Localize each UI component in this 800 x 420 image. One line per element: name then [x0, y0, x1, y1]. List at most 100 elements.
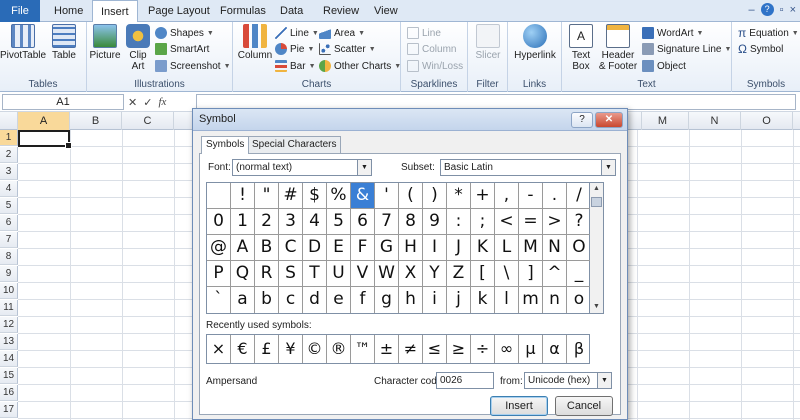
symbol-cell[interactable]: N [543, 235, 567, 261]
scroll-up-icon[interactable]: ▲ [590, 183, 603, 195]
slicer-button[interactable]: Slicer [472, 24, 504, 61]
row-header[interactable]: 2 [0, 147, 18, 163]
symbol-scrollbar[interactable]: ▲ ▼ [590, 182, 604, 314]
select-all-corner[interactable] [0, 112, 18, 130]
dialog-close-button[interactable]: ✕ [595, 112, 623, 128]
recent-symbol-cell[interactable]: µ [519, 335, 543, 363]
symbol-button[interactable]: Ω Symbol [738, 42, 783, 56]
column-header[interactable]: N [689, 112, 741, 130]
symbol-cell[interactable]: ) [423, 183, 447, 209]
picture-button[interactable]: Picture [89, 24, 121, 61]
symbol-cell[interactable]: ] [519, 261, 543, 287]
row-header[interactable]: 3 [0, 164, 18, 180]
subset-dropdown-arrow-icon[interactable]: ▼ [601, 160, 615, 175]
row-header[interactable]: 14 [0, 351, 18, 367]
recent-symbol-cell[interactable]: ∞ [495, 335, 519, 363]
clipart-button[interactable]: Clip Art [125, 24, 151, 72]
text-box-button[interactable]: A Text Box [566, 24, 596, 72]
tab-data[interactable]: Data [272, 0, 311, 22]
bar-chart-button[interactable]: Bar ▼ [275, 59, 316, 73]
recent-symbol-cell[interactable]: β [567, 335, 591, 363]
help-icon[interactable]: ? [760, 3, 774, 16]
row-header[interactable]: 6 [0, 215, 18, 231]
symbol-cell[interactable]: _ [567, 261, 591, 287]
recent-symbol-cell[interactable]: ± [375, 335, 399, 363]
column-header[interactable]: O [741, 112, 793, 130]
symbol-cell[interactable]: d [303, 287, 327, 313]
recent-symbol-cell[interactable]: £ [255, 335, 279, 363]
row-header[interactable]: 1 [0, 130, 18, 146]
symbol-cell[interactable]: R [255, 261, 279, 287]
symbol-cell[interactable]: h [399, 287, 423, 313]
symbol-cell[interactable]: k [471, 287, 495, 313]
cancel-button[interactable]: Cancel [555, 396, 613, 416]
symbol-cell[interactable]: E [327, 235, 351, 261]
symbol-cell[interactable]: l [495, 287, 519, 313]
row-header[interactable]: 17 [0, 402, 18, 418]
font-dropdown-arrow-icon[interactable]: ▼ [357, 160, 371, 175]
symbol-cell[interactable]: M [519, 235, 543, 261]
ribbon-minimize-icon[interactable]: – [749, 4, 755, 16]
table-button[interactable]: Table [48, 24, 80, 61]
symbol-cell[interactable]: a [231, 287, 255, 313]
pivottable-button[interactable]: PivotTable [0, 24, 46, 61]
dialog-help-button[interactable]: ? [571, 112, 593, 128]
symbol-cell[interactable]: n [543, 287, 567, 313]
scroll-down-icon[interactable]: ▼ [590, 301, 603, 313]
symbol-cell[interactable]: D [303, 235, 327, 261]
symbol-cell[interactable]: W [375, 261, 399, 287]
recent-symbol-cell[interactable]: ¥ [279, 335, 303, 363]
from-dropdown-arrow-icon[interactable]: ▼ [597, 373, 611, 388]
character-code-input[interactable]: 0026 [436, 372, 494, 389]
symbol-cell[interactable]: ' [375, 183, 399, 209]
sparkline-line-button[interactable]: Line [407, 26, 441, 40]
symbol-cell[interactable] [207, 183, 231, 209]
from-dropdown[interactable]: Unicode (hex) ▼ [524, 372, 612, 389]
row-header[interactable]: 7 [0, 232, 18, 248]
recent-symbol-cell[interactable]: ≥ [447, 335, 471, 363]
tab-file[interactable]: File [0, 0, 40, 22]
symbol-cell[interactable]: @ [207, 235, 231, 261]
tab-home[interactable]: Home [46, 0, 91, 22]
symbol-cell[interactable]: 0 [207, 209, 231, 235]
row-header[interactable]: 12 [0, 317, 18, 333]
symbol-cell[interactable]: ! [231, 183, 255, 209]
symbol-cell[interactable]: 4 [303, 209, 327, 235]
recent-symbol-cell[interactable]: € [231, 335, 255, 363]
symbol-cell[interactable]: ^ [543, 261, 567, 287]
symbol-cell[interactable]: [ [471, 261, 495, 287]
symbol-cell[interactable]: > [543, 209, 567, 235]
symbol-cell[interactable]: J [447, 235, 471, 261]
symbol-cell[interactable]: K [471, 235, 495, 261]
symbol-cell[interactable]: X [399, 261, 423, 287]
symbol-cell[interactable]: F [351, 235, 375, 261]
symbol-cell[interactable]: / [567, 183, 591, 209]
name-box[interactable]: A1 [2, 94, 124, 110]
symbol-cell[interactable]: ` [207, 287, 231, 313]
symbol-cell[interactable]: T [303, 261, 327, 287]
cancel-entry-icon[interactable]: ✕ [128, 96, 137, 109]
row-header[interactable]: 4 [0, 181, 18, 197]
pie-chart-button[interactable]: Pie ▼ [275, 42, 314, 56]
symbol-cell[interactable]: L [495, 235, 519, 261]
sparkline-winloss-button[interactable]: Win/Loss [407, 59, 463, 73]
symbol-cell[interactable]: 2 [255, 209, 279, 235]
tab-page-layout[interactable]: Page Layout [140, 0, 218, 22]
symbol-cell[interactable]: A [231, 235, 255, 261]
enter-entry-icon[interactable]: ✓ [143, 96, 152, 109]
screenshot-button[interactable]: Screenshot ▼ [155, 59, 231, 73]
other-charts-button[interactable]: Other Charts ▼ [319, 59, 401, 73]
symbol-cell[interactable]: 9 [423, 209, 447, 235]
wordart-button[interactable]: WordArt ▼ [642, 26, 703, 40]
symbol-cell[interactable]: S [279, 261, 303, 287]
symbol-cell[interactable]: 7 [375, 209, 399, 235]
recent-symbol-cell[interactable]: ≤ [423, 335, 447, 363]
row-header[interactable]: 16 [0, 385, 18, 401]
row-header[interactable]: 8 [0, 249, 18, 265]
symbol-cell[interactable]: H [399, 235, 423, 261]
symbol-cell[interactable]: o [567, 287, 591, 313]
close-window-icon[interactable]: × [790, 4, 796, 16]
symbol-cell[interactable]: G [375, 235, 399, 261]
symbol-cell[interactable]: - [519, 183, 543, 209]
equation-button[interactable]: π Equation ▼ [738, 26, 799, 40]
